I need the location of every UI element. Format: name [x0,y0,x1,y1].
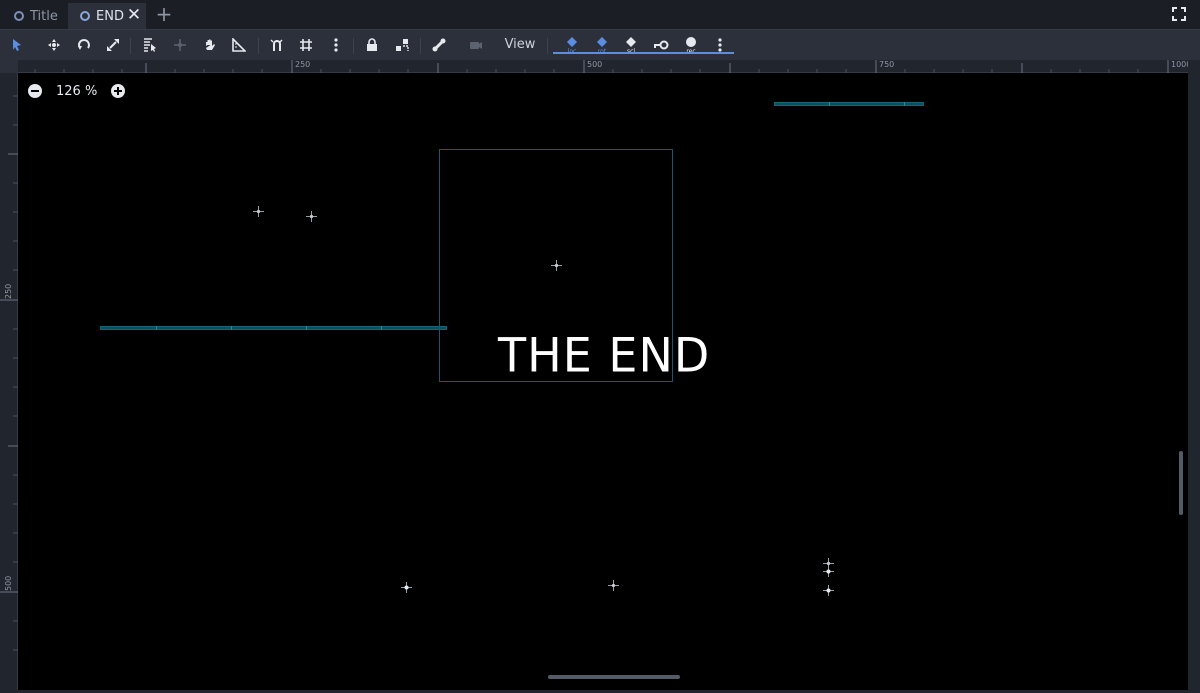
zoom-out-icon[interactable] [28,84,42,98]
move-mode-button[interactable] [43,35,65,55]
list-select-button[interactable] [139,35,161,55]
tab-label: Title [30,8,58,24]
group-icon [396,39,409,51]
node-position-icon[interactable] [823,585,834,596]
override-camera-button[interactable] [465,35,487,55]
pivot-icon [174,39,186,51]
platform-top-right[interactable] [774,102,924,106]
platform-segment [904,102,905,106]
node-position-icon[interactable] [253,206,264,217]
zoom-reset-button[interactable]: 126 % [56,84,97,99]
scene-node-icon [80,11,90,21]
canvas-viewport[interactable]: 250 500 750 1000 250 5 [0,60,1188,690]
pan-mode-button[interactable] [199,35,221,55]
ruler-corner [0,60,18,73]
platform-segment [306,326,307,330]
bone-icon [432,38,446,52]
key-icon [654,40,669,50]
toolbar-separator [258,38,259,54]
camera-icon [470,42,482,49]
lock-button[interactable] [361,35,383,55]
scene-tab-bar: Title END ✕ + [0,0,1200,29]
ruler-mode-button[interactable] [228,35,250,55]
platform-segment [156,326,157,330]
add-scene-tab-icon[interactable]: + [154,4,174,24]
skeleton-options-button[interactable] [428,35,450,55]
zoom-widget: 126 % [28,82,126,100]
node-position-icon[interactable] [306,211,317,222]
rotate-mode-button[interactable] [73,35,95,55]
close-tab-icon[interactable]: ✕ [125,6,143,24]
rotate-icon [78,39,90,50]
node-position-icon[interactable] [401,582,412,593]
ruler-label: 250 [4,283,13,299]
vertical-ruler[interactable]: 250 500 [0,60,18,690]
snap-options-menu[interactable] [325,35,347,55]
vertical-scroll-thumb[interactable] [1179,451,1183,515]
kebab-menu-icon [718,38,722,52]
scale-mode-button[interactable] [102,35,124,55]
tab-end-scene[interactable]: END ✕ [68,3,146,29]
toolbar-separator [420,38,421,54]
hand-icon [206,39,215,50]
list-select-icon [144,38,156,52]
select-arrow-icon [13,39,21,51]
smart-snap-toggle[interactable] [266,35,288,55]
kebab-menu-icon [334,38,338,52]
ruler-label: 250 [295,60,311,69]
scene-node-icon [14,11,24,21]
platform-segment [381,326,382,330]
node-position-icon[interactable] [608,580,619,591]
end-title-label[interactable]: THE END [498,327,710,382]
toolbar-separator [547,38,548,54]
ruler-icon [232,38,246,52]
group-button[interactable] [391,35,413,55]
toolbar-separator [353,38,354,54]
animation-group-underline [553,52,734,54]
node-position-icon[interactable] [823,566,834,577]
zoom-in-icon[interactable] [111,84,126,98]
pivot-mode-button[interactable] [169,35,191,55]
canvas-toolbar: View loc rot scl rec [0,29,1200,60]
node-position-icon[interactable] [551,260,562,271]
editor-window: Title END ✕ + View loc rot scl rec 250 5… [0,0,1200,693]
horizontal-ruler[interactable]: 250 500 750 1000 [18,60,1188,73]
horizontal-scroll-thumb[interactable] [548,675,680,679]
tab-label: END [96,8,124,24]
scale-icon [107,39,119,51]
ruler-label: 500 [587,60,603,69]
ruler-ticks [0,95,18,651]
view-menu-button[interactable]: View [500,35,540,55]
platform-left[interactable] [100,326,447,330]
ruler-label: 750 [879,60,895,69]
ruler-ticks [34,60,1169,73]
smart-snap-icon [270,39,283,51]
platform-segment [231,326,232,330]
ruler-label: 500 [4,575,13,591]
vertical-scrollbar[interactable] [1177,73,1185,673]
select-mode-button[interactable] [6,35,28,55]
grid-snap-toggle[interactable] [295,35,317,55]
distraction-free-icon[interactable] [1172,7,1186,21]
platform-segment [829,102,830,106]
ruler-label: 1000 [1171,60,1188,69]
grid-snap-icon [300,39,312,51]
toolbar-separator [130,38,131,54]
tab-title-scene[interactable]: Title [2,3,66,29]
horizontal-scrollbar[interactable] [22,673,1182,681]
lock-icon [367,38,377,51]
move-icon [48,39,60,51]
